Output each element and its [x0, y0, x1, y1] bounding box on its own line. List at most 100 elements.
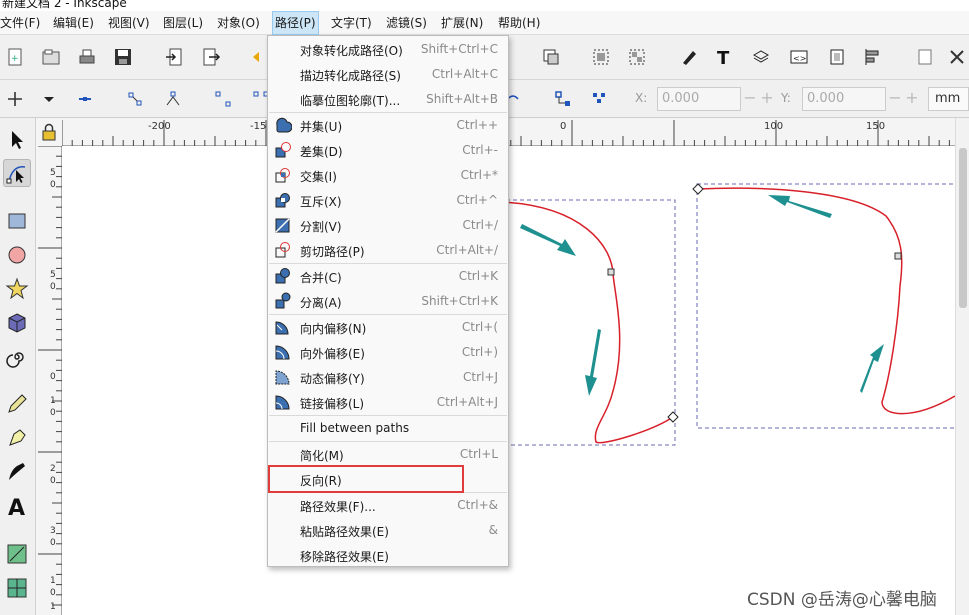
- duplicate-icon[interactable]: [540, 46, 562, 68]
- ungroup-icon[interactable]: [626, 46, 648, 68]
- pen-tool-icon[interactable]: [3, 424, 31, 452]
- menu-item-remove-path-effect[interactable]: 移除路径效果(E): [269, 543, 507, 568]
- layers-icon[interactable]: [750, 46, 772, 68]
- unit-select[interactable]: mm ▼: [928, 87, 969, 127]
- menu-item-simplify[interactable]: 简化(M) Ctrl+L: [269, 442, 507, 467]
- svg-text:+: +: [11, 54, 19, 64]
- spiral-tool-icon[interactable]: [3, 343, 31, 371]
- ruler-lock-icon[interactable]: [36, 118, 62, 146]
- align-distribute-icon[interactable]: [862, 46, 884, 68]
- star-tool-icon[interactable]: [3, 275, 31, 303]
- menu-file[interactable]: 文件(F): [0, 11, 42, 35]
- menu-item-label: 对象转化成路径(O): [300, 44, 403, 58]
- menu-filters[interactable]: 滤镜(S): [384, 11, 429, 35]
- menu-help[interactable]: 帮助(H): [496, 11, 542, 35]
- menu-item-linked-offset[interactable]: 链接偏移(L) Ctrl+Alt+J: [269, 390, 507, 415]
- direction-arrow: [585, 329, 601, 396]
- menu-item-cut-path[interactable]: 剪切路径(P) Ctrl+Alt+/: [269, 238, 507, 263]
- break-path-icon[interactable]: [162, 88, 184, 110]
- insert-node-icon[interactable]: [4, 88, 26, 110]
- delete-node-icon[interactable]: [74, 88, 96, 110]
- right-path[interactable]: [697, 187, 955, 415]
- preferences-icon[interactable]: [914, 46, 936, 68]
- menu-item-break-apart[interactable]: 分离(A) Shift+Ctrl+K: [269, 289, 507, 314]
- export-icon[interactable]: [200, 46, 222, 68]
- join-nodes-icon[interactable]: [124, 88, 146, 110]
- menu-item-division[interactable]: 分割(V) Ctrl+/: [269, 213, 507, 238]
- menu-item-difference[interactable]: 差集(D) Ctrl+-: [269, 138, 507, 163]
- xml-editor-icon[interactable]: <>: [788, 46, 810, 68]
- menu-item-label: 并集(U): [300, 120, 343, 134]
- path-node[interactable]: [894, 252, 902, 260]
- 3d-box-tool-icon[interactable]: [3, 309, 31, 337]
- ruler-label: 0: [50, 180, 56, 190]
- menu-item-path-effects[interactable]: 路径效果(F)... Ctrl+&: [269, 493, 507, 518]
- selector-tool-icon[interactable]: [3, 126, 31, 154]
- menu-item-trace-bitmap[interactable]: 临摹位图轮廓(T)... Shift+Alt+B: [269, 87, 507, 112]
- menu-item-shortcut: Shift+Ctrl+K: [421, 294, 498, 308]
- ruler-label: 1: [50, 576, 56, 586]
- pencil-tool-icon[interactable]: [3, 390, 31, 418]
- menu-layer[interactable]: 图层(L): [161, 11, 205, 35]
- calligraphy-tool-icon[interactable]: [3, 458, 31, 486]
- text-font-icon[interactable]: T: [714, 46, 736, 68]
- node-tool-icon[interactable]: [3, 159, 31, 187]
- y-decrement-button[interactable]: −: [886, 87, 904, 111]
- menu-extensions[interactable]: 扩展(N): [439, 11, 485, 35]
- x-field[interactable]: 0.000: [657, 87, 741, 111]
- gradient-tool-icon[interactable]: [3, 540, 31, 568]
- document-properties-icon[interactable]: [826, 46, 848, 68]
- x-increment-button[interactable]: +: [758, 87, 776, 111]
- text-tool-icon[interactable]: A: [3, 492, 31, 520]
- rectangle-tool-icon[interactable]: [3, 207, 31, 235]
- menu-view[interactable]: 视图(V): [106, 11, 152, 35]
- x-label: X:: [635, 91, 648, 105]
- menu-item-shortcut: Ctrl+^: [456, 193, 498, 207]
- print-icon[interactable]: [76, 46, 98, 68]
- scroll-thumb[interactable]: [959, 148, 967, 308]
- fill-stroke-icon[interactable]: [678, 46, 700, 68]
- mesh-tool-icon[interactable]: [3, 574, 31, 602]
- menu-item-object-to-path[interactable]: 对象转化成路径(O) Shift+Ctrl+C: [269, 37, 507, 62]
- vertical-scrollbar[interactable]: [955, 118, 969, 615]
- menu-item-stroke-to-path[interactable]: 描边转化成路径(S) Ctrl+Alt+C: [269, 62, 507, 87]
- path-node[interactable]: [667, 411, 679, 423]
- show-handles-icon[interactable]: [552, 88, 574, 110]
- path-node[interactable]: [692, 183, 704, 195]
- menu-item-inset[interactable]: 向内偏移(N) Ctrl+(: [269, 315, 507, 340]
- menu-item-dynamic-offset[interactable]: 动态偏移(Y) Ctrl+J: [269, 365, 507, 390]
- direction-arrow: [520, 224, 576, 256]
- menu-item-exclusion[interactable]: 互斥(X) Ctrl+^: [269, 188, 507, 213]
- y-increment-button[interactable]: +: [903, 87, 921, 111]
- ellipse-tool-icon[interactable]: [3, 241, 31, 269]
- y-field[interactable]: 0.000: [802, 87, 886, 111]
- menu-item-union[interactable]: 并集(U) Ctrl++: [269, 113, 507, 138]
- dropper-tool-icon[interactable]: [3, 604, 31, 615]
- menu-item-intersection[interactable]: 交集(I) Ctrl+*: [269, 163, 507, 188]
- path-node[interactable]: [607, 268, 615, 276]
- menu-item-combine[interactable]: 合并(C) Ctrl+K: [269, 264, 507, 289]
- menu-path[interactable]: 路径(P): [272, 11, 319, 35]
- save-icon[interactable]: [112, 46, 134, 68]
- join-segment-icon[interactable]: [212, 88, 234, 110]
- menu-text[interactable]: 文字(T): [329, 11, 374, 35]
- open-icon[interactable]: [40, 46, 62, 68]
- ruler-label: 0: [50, 588, 56, 598]
- menu-edit[interactable]: 编辑(E): [51, 11, 96, 35]
- menu-item-paste-path-effect[interactable]: 粘贴路径效果(E) &: [269, 518, 507, 543]
- group-icon[interactable]: [590, 46, 612, 68]
- new-document-icon[interactable]: +: [4, 46, 26, 68]
- menu-item-label: 分割(V): [300, 220, 342, 234]
- menu-item-shortcut: Ctrl+/: [462, 218, 498, 232]
- menu-item-outset[interactable]: 向外偏移(E) Ctrl+): [269, 340, 507, 365]
- exclusion-icon: [274, 191, 292, 209]
- show-outline-icon[interactable]: [588, 88, 610, 110]
- x-decrement-button[interactable]: −: [741, 87, 759, 111]
- menu-object[interactable]: 对象(O): [215, 11, 262, 35]
- menu-item-shortcut: Ctrl+Alt+J: [436, 395, 498, 409]
- menu-item-fill-between-paths[interactable]: Fill between paths: [269, 416, 507, 441]
- import-icon[interactable]: [164, 46, 186, 68]
- left-path[interactable]: [501, 201, 674, 444]
- chevron-down-icon[interactable]: [38, 88, 60, 110]
- tools-icon[interactable]: [946, 46, 968, 68]
